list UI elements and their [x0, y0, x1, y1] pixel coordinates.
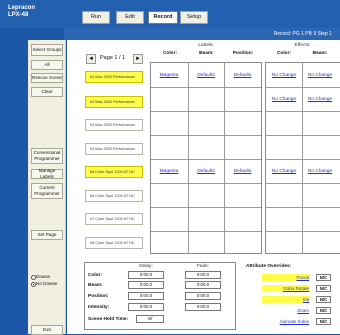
labels-beam-header: Beam: [199, 51, 214, 56]
effects-beam-header: Beam: [312, 51, 328, 56]
preset-button-7[interactable]: #7 Color Spot 1200 AT HC [85, 213, 143, 225]
page-label: Page 1 / 1 [100, 55, 126, 61]
override-gobo-rotate-link[interactable]: Gobo Rotate [262, 286, 309, 291]
override-animate-index-value[interactable]: N/C [316, 318, 331, 325]
conventional-programmer-button[interactable]: Conventional Programmer [31, 148, 63, 164]
status-bar: Record: PG 1 PB 9 Step 1 [64, 28, 340, 40]
no-dowse-label: No Dowse [36, 281, 58, 286]
page-next-button[interactable]: ► [133, 54, 143, 64]
current-programmer-button[interactable]: Current Programmer [31, 183, 63, 199]
delay-beam-field[interactable]: 0:00.0 [128, 281, 164, 289]
delay-intensity-field[interactable]: 0:00.0 [128, 303, 164, 311]
effect-beam-link-5[interactable]: No Change [302, 169, 338, 174]
override-zoom-link[interactable]: Zoom [262, 308, 309, 313]
labels-group-heading: Labels: [198, 43, 214, 48]
timing-row-label: Position: [88, 294, 109, 299]
effects-grid [265, 62, 340, 254]
label-color-link-1[interactable]: Magenta [151, 73, 187, 78]
override-zoom-value[interactable]: N/C [316, 307, 331, 314]
tab-record[interactable]: Record [148, 11, 178, 24]
all-button[interactable]: All [31, 60, 63, 70]
set-page-button[interactable]: Set Page [31, 230, 63, 240]
label-color-link-5[interactable]: Magenta [151, 169, 187, 174]
timing-row-label: Beam: [88, 283, 103, 288]
scene-hold-label: Scene Hold Time: [88, 317, 129, 322]
select-groups-button[interactable]: Select Groups [31, 44, 63, 56]
override-gobo-rotate-value[interactable]: N/C [316, 285, 331, 292]
preset-button-3[interactable]: #3 Mac 2000 Performance [85, 119, 143, 131]
effect-beam-link-1[interactable]: No Change [302, 73, 338, 78]
effect-color-link-2[interactable]: No Change [266, 97, 302, 102]
preset-button-8[interactable]: #8 Color Spot 1200 AT HC [85, 237, 143, 249]
tab-run[interactable]: Run [82, 11, 110, 24]
labels-position-header: Position: [232, 51, 254, 56]
label-position-link-5[interactable]: Defaults [224, 169, 261, 174]
fade-color-field[interactable]: 0:00.0 [185, 271, 221, 279]
timing-row-label: Intensity: [88, 305, 110, 310]
scene-hold-field[interactable]: Inf [136, 315, 164, 323]
preset-button-4[interactable]: #4 Mac 2000 Performance [85, 143, 143, 155]
fade-heading: Fade: [196, 264, 210, 269]
left-panel: Select Groups All Rescue Scene Clear Con… [28, 40, 66, 335]
app-title: Lepracon LPX-48 [8, 5, 36, 18]
effect-color-link-1[interactable]: No Change [266, 73, 302, 78]
timing-row-label: Color: [88, 273, 103, 278]
tab-setup[interactable]: Setup [180, 11, 208, 24]
manage-labels-button[interactable]: Manage Labels [31, 168, 63, 179]
dowse-label: Dowse [36, 274, 51, 279]
fade-intensity-field[interactable]: 0:00.0 [185, 303, 221, 311]
preset-button-6[interactable]: #6 Color Spot 1200 AT HC [85, 190, 143, 202]
override-focus-link[interactable]: Focus [262, 275, 309, 280]
status-text: Record: PG 1 PB 9 Step 1 [273, 31, 332, 37]
override-animate-index-link[interactable]: Animate Index [258, 319, 309, 324]
preset-button-2[interactable]: #2 Mac 2000 Performance [85, 96, 143, 108]
override-iris-link[interactable]: Iris [262, 297, 309, 302]
delay-heading: Delay: [139, 264, 153, 269]
label-beam-link-5[interactable]: Defaults [188, 169, 224, 174]
override-focus-value[interactable]: N/C [316, 274, 331, 281]
effect-color-link-5[interactable]: No Change [266, 169, 302, 174]
attribute-overrides-title: Attribute Overrides: [246, 264, 292, 269]
page-prev-button[interactable]: ◄ [86, 54, 96, 64]
effect-beam-link-2[interactable]: No Change [302, 97, 338, 102]
labels-grid [150, 62, 262, 254]
delay-position-field[interactable]: 0:00.0 [128, 292, 164, 300]
tab-edit[interactable]: Edit [116, 11, 144, 24]
preset-button-5[interactable]: #5 Color Spot 1200 AT HC [85, 166, 143, 178]
label-beam-link-1[interactable]: Defaults [188, 73, 224, 78]
override-iris-value[interactable]: N/C [316, 296, 331, 303]
preset-button-1[interactable]: #1 Mac 2000 Performance [85, 71, 143, 83]
fade-beam-field[interactable]: 0:00.0 [185, 281, 221, 289]
label-position-link-1[interactable]: Defaults [224, 73, 261, 78]
clear-button[interactable]: Clear [31, 87, 63, 97]
delay-color-field[interactable]: 0:00.0 [128, 271, 164, 279]
labels-color-header: Color: [162, 51, 178, 56]
fade-position-field[interactable]: 0:00.0 [185, 292, 221, 300]
effects-group-heading: Effects: [294, 43, 311, 48]
effects-color-header: Color: [276, 51, 292, 56]
rescue-scene-button[interactable]: Rescue Scene [31, 73, 63, 83]
